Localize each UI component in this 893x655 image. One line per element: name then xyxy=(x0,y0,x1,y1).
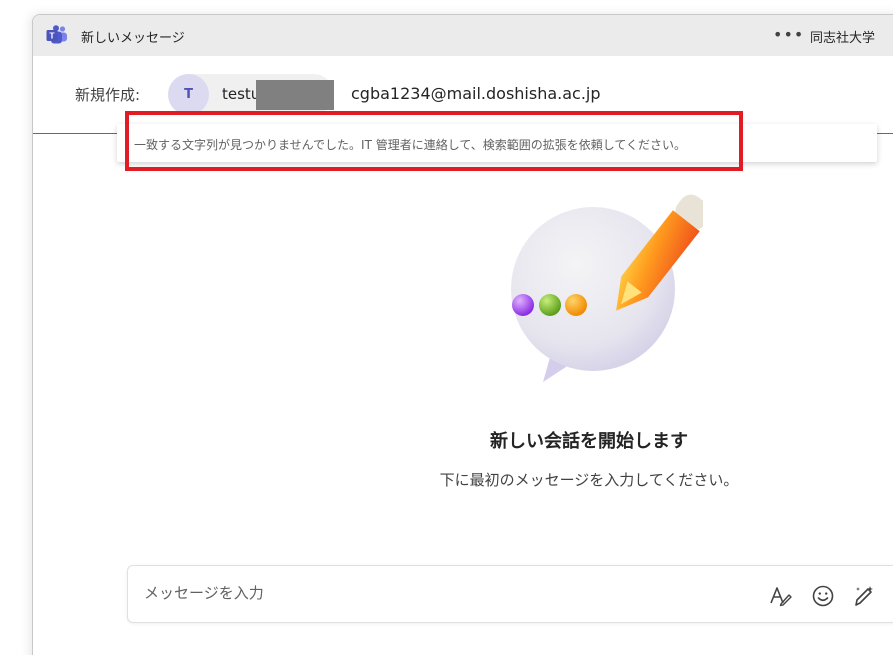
screen: T 新しいメッセージ ••• 同志社大学 新規作成: T testu cgba1… xyxy=(0,0,893,655)
svg-text:T: T xyxy=(49,31,55,41)
recipient-chip-name: testu xyxy=(222,85,261,103)
compose-box[interactable] xyxy=(127,565,893,623)
title-bar: T 新しいメッセージ ••• 同志社大学 xyxy=(33,15,893,56)
redaction-block xyxy=(256,80,334,110)
copilot-icon[interactable] xyxy=(852,584,876,608)
format-icon[interactable] xyxy=(768,584,792,608)
no-match-error-dropdown: 一致する文字列が見つかりませんでした。IT 管理者に連絡して、検索範囲の拡張を依… xyxy=(117,124,877,162)
recipient-email-input[interactable]: cgba1234@mail.doshisha.ac.jp xyxy=(351,84,601,103)
window-title: 新しいメッセージ xyxy=(81,31,185,46)
recipient-chip[interactable]: T testu xyxy=(168,74,334,115)
recipient-label: 新規作成: xyxy=(75,86,141,104)
emoji-icon[interactable] xyxy=(811,584,835,608)
more-options-icon[interactable]: ••• xyxy=(773,26,804,44)
avatar: T xyxy=(168,74,209,115)
error-message: 一致する文字列が見つかりませんでした。IT 管理者に連絡して、検索範囲の拡張を依… xyxy=(134,138,687,152)
organization-name[interactable]: 同志社大学 xyxy=(810,27,875,46)
message-input[interactable] xyxy=(144,584,704,602)
teams-logo-icon: T xyxy=(46,25,67,44)
new-message-window: T 新しいメッセージ ••• 同志社大学 新規作成: T testu cgba1… xyxy=(32,14,893,655)
recipient-row: 新規作成: T testu cgba1234@mail.doshisha.ac.… xyxy=(33,56,893,134)
empty-state-title: 新しい会話を開始します xyxy=(490,431,688,452)
empty-state-subtitle: 下に最初のメッセージを入力してください。 xyxy=(439,471,739,489)
new-conversation-illustration xyxy=(511,194,703,382)
